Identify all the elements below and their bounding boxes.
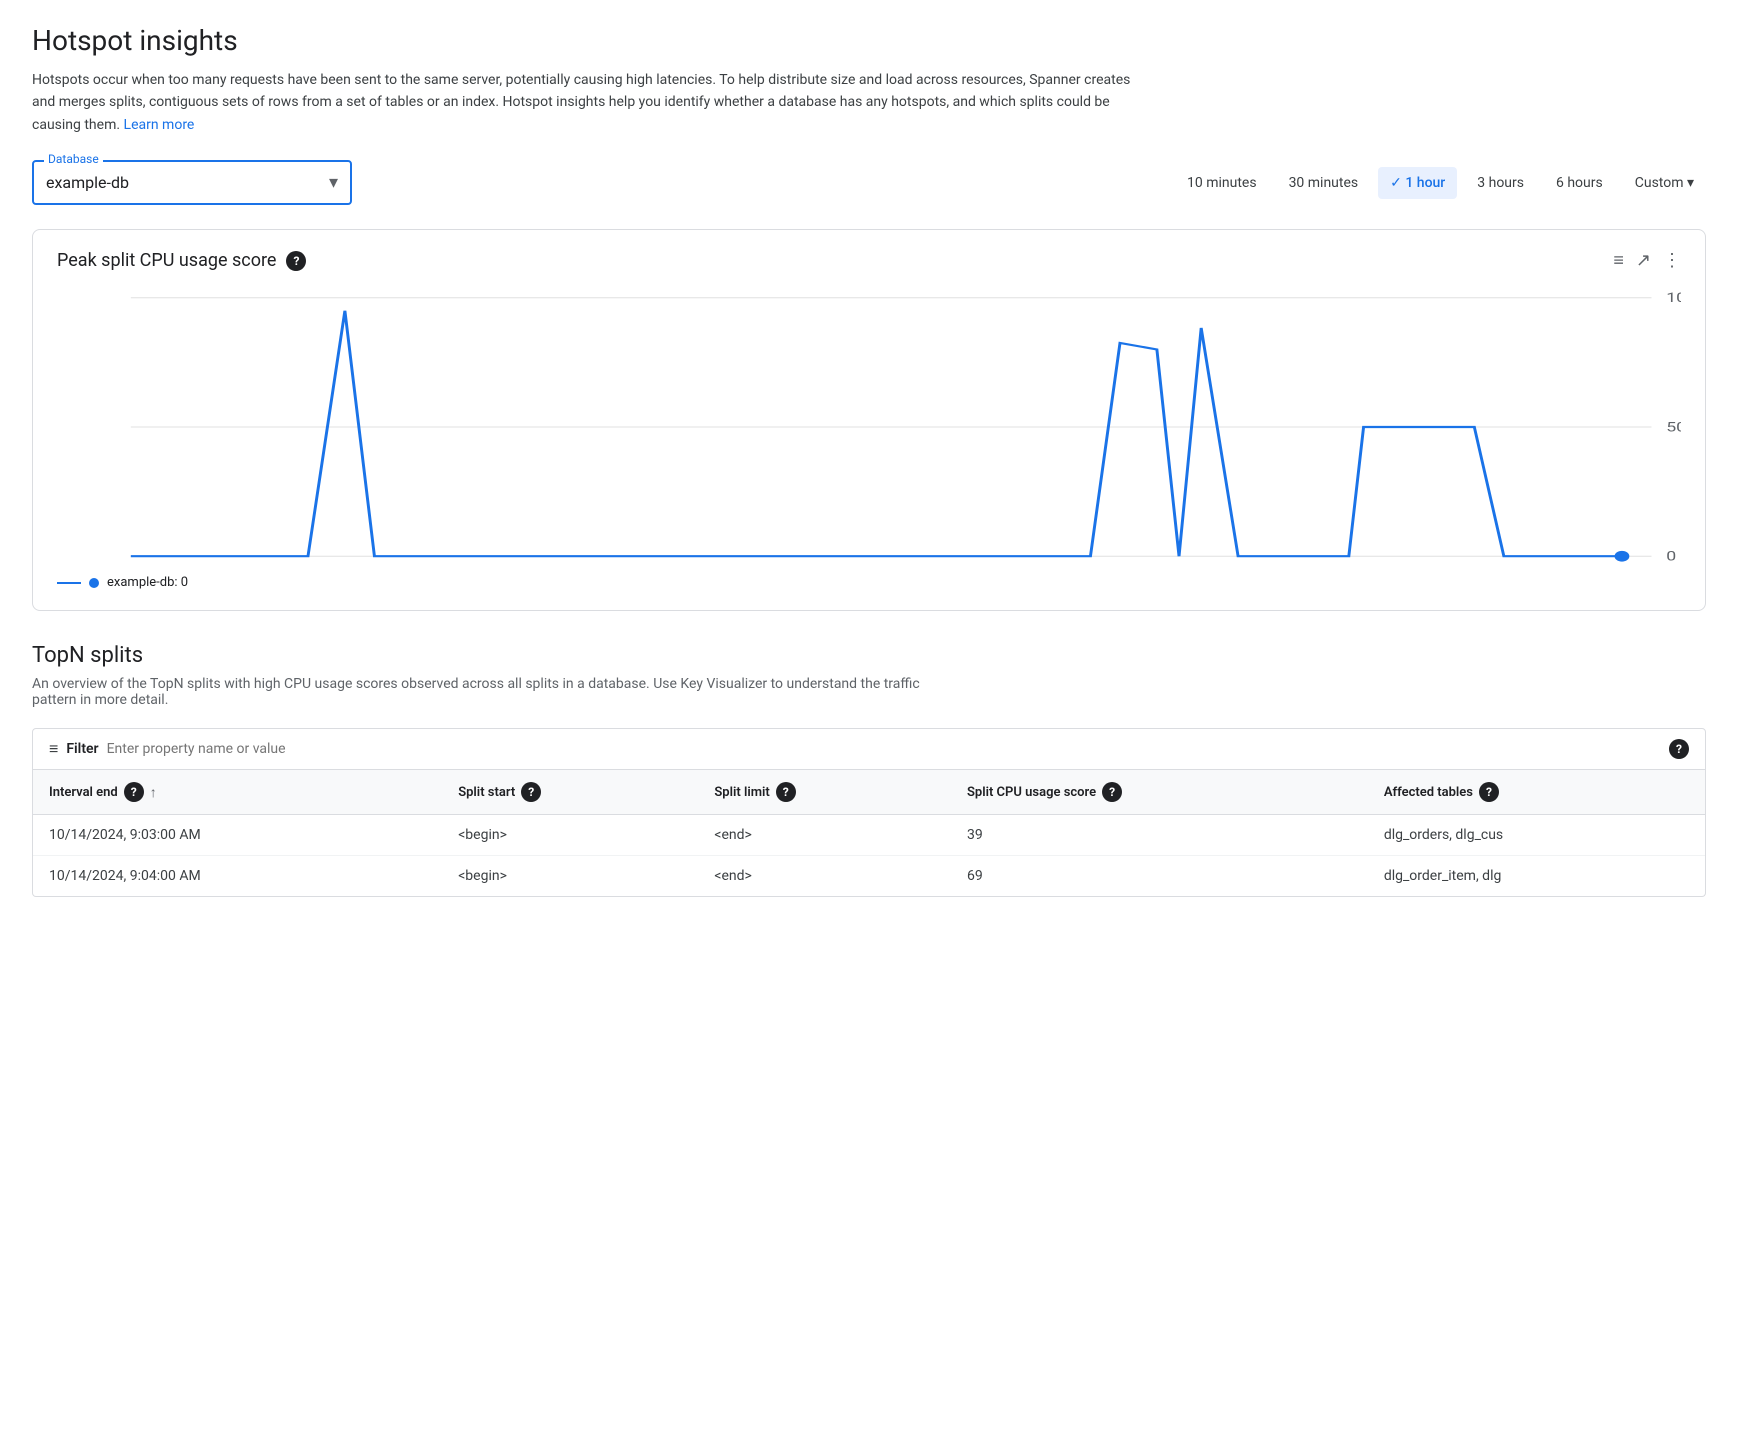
legend-toggle-icon[interactable]: ≡ [1613, 250, 1624, 271]
topn-title: TopN splits [32, 643, 1706, 668]
svg-text:9:55 AM: 9:55 AM [1570, 566, 1630, 567]
col-affected-tables: Affected tables ? [1368, 770, 1705, 815]
controls-row: Database example-db ▾ 10 minutes 30 minu… [32, 160, 1706, 205]
time-filter-3hours[interactable]: 3 hours [1465, 167, 1536, 199]
cell-affected-tables-2: dlg_order_item, dlg [1368, 856, 1705, 897]
affected-tables-help-icon[interactable]: ? [1479, 782, 1499, 802]
time-filter-30min[interactable]: 30 minutes [1277, 167, 1371, 199]
split-start-help-icon[interactable]: ? [521, 782, 541, 802]
chart-title-row: Peak split CPU usage score ? [57, 250, 306, 271]
cell-split-limit-1: <end> [698, 815, 951, 856]
chart-card: Peak split CPU usage score ? ≡ ↗ ⋮ 100 5… [32, 229, 1706, 611]
database-selector-label: Database [44, 152, 103, 166]
table-wrapper: Interval end ? ↑ Split start ? Spl [32, 770, 1706, 897]
svg-text:9:50 AM: 9:50 AM [1444, 566, 1504, 567]
interval-end-help-icon[interactable]: ? [124, 782, 144, 802]
cell-interval-end-1: 10/14/2024, 9:03:00 AM [33, 815, 442, 856]
cell-split-start-1: <begin> [442, 815, 698, 856]
time-filter-1hour[interactable]: 1 hour [1378, 167, 1457, 199]
filter-label: Filter [66, 741, 98, 757]
col-cpu-score: Split CPU usage score ? [951, 770, 1368, 815]
filter-left: ≡ Filter [49, 739, 407, 759]
svg-text:9:00 AM: 9:00 AM [189, 566, 249, 567]
table-header-row: Interval end ? ↑ Split start ? Spl [33, 770, 1705, 815]
table-row: 10/14/2024, 9:04:00 AM <begin> <end> 69 … [33, 856, 1705, 897]
svg-text:9:05 AM: 9:05 AM [315, 566, 375, 567]
table-header: Interval end ? ↑ Split start ? Spl [33, 770, 1705, 815]
filter-input[interactable] [107, 741, 407, 757]
time-filter-custom[interactable]: Custom ▾ [1623, 167, 1706, 199]
chart-header: Peak split CPU usage score ? ≡ ↗ ⋮ [57, 250, 1681, 271]
split-limit-help-icon[interactable]: ? [776, 782, 796, 802]
table-body: 10/14/2024, 9:03:00 AM <begin> <end> 39 … [33, 815, 1705, 897]
filter-icon: ≡ [49, 739, 58, 759]
more-options-icon[interactable]: ⋮ [1663, 250, 1681, 271]
legend-dot [89, 578, 99, 588]
chevron-down-icon: ▾ [329, 172, 338, 193]
legend-label: example-db: 0 [107, 575, 188, 590]
page-description: Hotspots occur when too many requests ha… [32, 69, 1132, 136]
cpu-score-help-icon[interactable]: ? [1102, 782, 1122, 802]
chart-legend: example-db: 0 [57, 575, 1681, 590]
svg-text:9:35 AM: 9:35 AM [1068, 566, 1128, 567]
col-split-start: Split start ? [442, 770, 698, 815]
svg-text:9:40 AM: 9:40 AM [1193, 566, 1253, 567]
svg-text:9:25 AM: 9:25 AM [817, 566, 877, 567]
col-interval-end: Interval end ? ↑ [33, 770, 442, 815]
svg-text:50: 50 [1666, 420, 1681, 435]
svg-text:9:45 AM: 9:45 AM [1319, 566, 1379, 567]
topn-section: TopN splits An overview of the TopN spli… [32, 643, 1706, 897]
splits-table: Interval end ? ↑ Split start ? Spl [33, 770, 1705, 896]
time-filter-6hours[interactable]: 6 hours [1544, 167, 1615, 199]
svg-text:9:30 AM: 9:30 AM [942, 566, 1002, 567]
chart-area: 100 50 0 UTC-7 9:00 AM 9:05 AM 9:10 AM 9… [57, 287, 1681, 567]
svg-text:100: 100 [1666, 291, 1681, 306]
learn-more-link[interactable]: Learn more [124, 117, 195, 133]
svg-text:9:15 AM: 9:15 AM [566, 566, 626, 567]
database-selector[interactable]: example-db ▾ [46, 166, 338, 199]
cell-cpu-score-2: 69 [951, 856, 1368, 897]
svg-text:9:10 AM: 9:10 AM [440, 566, 500, 567]
cell-split-limit-2: <end> [698, 856, 951, 897]
sort-icon-interval-end[interactable]: ↑ [150, 784, 157, 801]
filter-help-icon[interactable]: ? [1669, 739, 1689, 759]
filter-bar: ≡ Filter ? [32, 728, 1706, 770]
chart-title: Peak split CPU usage score [57, 250, 276, 271]
time-filter-10min[interactable]: 10 minutes [1175, 167, 1269, 199]
svg-text:9:20 AM: 9:20 AM [691, 566, 751, 567]
cell-affected-tables-1: dlg_orders, dlg_cus [1368, 815, 1705, 856]
svg-text:0: 0 [1666, 549, 1676, 564]
chart-help-icon[interactable]: ? [286, 251, 306, 271]
table-row: 10/14/2024, 9:03:00 AM <begin> <end> 39 … [33, 815, 1705, 856]
database-selector-wrapper: Database example-db ▾ [32, 160, 352, 205]
svg-text:UTC-7: UTC-7 [109, 566, 153, 567]
topn-description: An overview of the TopN splits with high… [32, 676, 932, 708]
cell-interval-end-2: 10/14/2024, 9:04:00 AM [33, 856, 442, 897]
chart-svg: 100 50 0 UTC-7 9:00 AM 9:05 AM 9:10 AM 9… [57, 287, 1681, 567]
col-split-limit: Split limit ? [698, 770, 951, 815]
legend-line [57, 582, 81, 584]
page-title: Hotspot insights [32, 24, 1706, 57]
cell-split-start-2: <begin> [442, 856, 698, 897]
time-filters: 10 minutes 30 minutes 1 hour 3 hours 6 h… [1175, 167, 1706, 199]
chart-type-icon[interactable]: ↗ [1636, 250, 1651, 271]
chart-actions: ≡ ↗ ⋮ [1613, 250, 1681, 271]
database-selector-value: example-db [46, 173, 129, 192]
cell-cpu-score-1: 39 [951, 815, 1368, 856]
